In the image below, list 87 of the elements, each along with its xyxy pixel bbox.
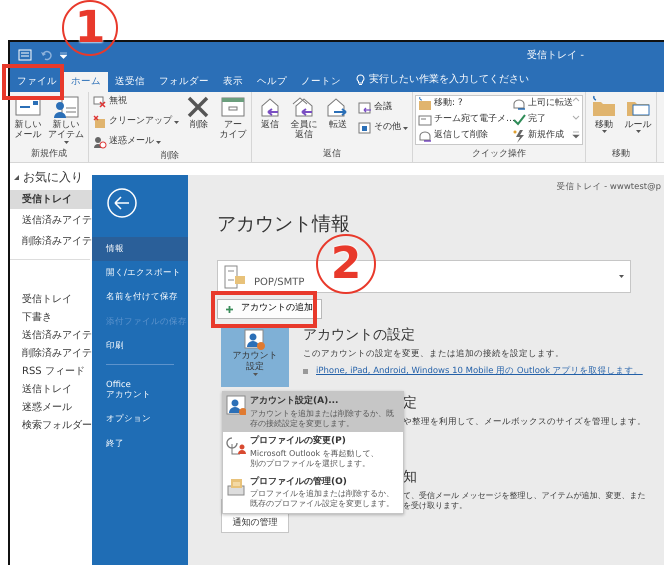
gallery-scroll-icon [572, 96, 580, 140]
plus-icon [226, 306, 233, 312]
ribbon-button[interactable]: 会議 [356, 100, 410, 116]
ribbon-button[interactable]: その他 [356, 120, 410, 136]
back-icon [106, 187, 138, 219]
folder-item[interactable]: 検索フォルダー [10, 416, 92, 434]
ribbon-button[interactable]: クリーンアップ [91, 114, 181, 130]
folder-item[interactable]: 下書き [10, 308, 92, 326]
nav-item[interactable]: 情報 [92, 237, 188, 262]
quick-step[interactable]: 移動: ? [416, 96, 510, 112]
menu-item[interactable]: プロファイルの変更(P) Microsoft Outlook を再起動して、 別のプロファイルを選択します。 [223, 432, 403, 473]
step-number: 2 [316, 234, 376, 294]
folder-icon [418, 97, 432, 111]
nav-item[interactable]: Office アカウント [92, 372, 188, 408]
account-settings-icon [244, 328, 266, 351]
ribbon-tab[interactable]: フォルダー [152, 72, 216, 92]
quick-step[interactable]: 新規作成 [510, 128, 572, 144]
ribbon-button[interactable]: 新しい メール [12, 94, 44, 141]
lightning-icon [512, 129, 526, 143]
page-title: アカウント情報 [217, 212, 351, 237]
folder-item[interactable]: 受信トレイ [10, 190, 92, 209]
favorites-header[interactable]: お気に入り [23, 168, 83, 186]
step-number: 1 [62, 0, 118, 56]
ribbon-button[interactable]: 移動 [588, 94, 620, 134]
junk-icon [93, 135, 107, 149]
ribbon-tab[interactable]: ファイル [10, 72, 64, 92]
ribbon-tab[interactable]: ホーム [64, 72, 108, 92]
account-icon [224, 264, 246, 289]
ribbon-button[interactable]: 迷惑メール [91, 134, 181, 150]
ribbon-tab[interactable]: 表示 [216, 72, 250, 92]
ribbon-button[interactable]: ルール [622, 94, 654, 134]
section-description: このアカウントの設定を変更、または追加の接続を設定します。 [303, 348, 565, 360]
ribbon-button[interactable]: アー カイブ [217, 94, 249, 141]
section-heading: アカウントの設定 [303, 326, 416, 345]
quick-step[interactable]: 返信して削除 [416, 128, 510, 144]
folder-item[interactable]: 送信済みアイテ [10, 326, 92, 344]
check-icon [512, 113, 526, 127]
group-label: 削除 [160, 150, 180, 162]
nav-item[interactable]: 印刷 [92, 334, 188, 358]
lightbulb-icon [356, 74, 365, 86]
account-settings-icon [226, 395, 246, 415]
folder-item[interactable]: 削除済みアイテ [10, 232, 92, 251]
ribbon-button[interactable]: 全員に 返信 [288, 94, 320, 141]
tell-me-field[interactable]: 実行したい作業を入力してください [369, 72, 529, 87]
undo-icon [40, 49, 52, 61]
quick-step[interactable]: 上司に転送 [510, 96, 572, 112]
ribbon-button[interactable]: 無視 [91, 94, 181, 110]
nav-item[interactable]: オプション [92, 407, 188, 432]
ribbon-button[interactable]: 転送 [322, 94, 354, 130]
folder-item[interactable]: 送信トレイ [10, 380, 92, 398]
window-title: 受信トレイ - [527, 48, 584, 62]
group-label: 移動 [611, 148, 631, 160]
menu-item[interactable]: プロファイルの管理(O) プロファイルを追加または削除するか、 既存のプロファイル設定を変更します。 [223, 472, 403, 513]
customize-icon [60, 52, 67, 58]
group-label: 新規作成 [30, 148, 68, 160]
section-description: や整理を利用して、メールボックスのサイズを管理します。 [403, 416, 646, 428]
folder-item[interactable]: 削除済みアイテ [10, 344, 92, 362]
ribbon-tab[interactable]: ノートン [294, 72, 348, 92]
ribbon-button[interactable]: 削除 [183, 94, 215, 130]
bullet-icon [303, 369, 308, 374]
email-icon [418, 113, 432, 127]
ribbon-tab[interactable]: 送受信 [108, 72, 152, 92]
dropdown-icon [619, 275, 624, 278]
folder-item[interactable]: 受信トレイ [10, 290, 92, 308]
group-label: クイック操作 [471, 148, 527, 160]
cleanup-icon [93, 115, 107, 129]
folder-item[interactable]: 迷惑メール [10, 398, 92, 416]
outlook-app-link[interactable]: iPhone, iPad, Android, Windows 10 Mobile 用の Outlook アプリを取得します。 [316, 365, 643, 378]
change-profile-icon [226, 435, 246, 456]
section-heading: 知 [403, 468, 418, 487]
meeting-icon [358, 101, 372, 115]
add-account-button[interactable]: アカウントの追加 [217, 299, 322, 319]
nav-item[interactable]: 開く/エクスポート [92, 261, 188, 286]
nav-item[interactable]: 名前を付けて保存 [92, 285, 188, 310]
nav-item[interactable]: 終了 [92, 432, 188, 456]
folder-item[interactable]: RSS フィード [10, 362, 92, 380]
section-heading: 定 [403, 394, 418, 413]
menu-item[interactable]: アカウント設定(A)... アカウントを追加または削除するか、既 存の接続設定を変更します。 [223, 392, 403, 432]
group-label: 返信 [322, 148, 342, 160]
ribbon-button[interactable]: 返信 [254, 94, 286, 130]
ribbon-button[interactable]: 新しい アイテム [46, 94, 86, 144]
collapse-icon [14, 174, 19, 180]
folder-item[interactable]: 送信済みアイテ [10, 211, 92, 230]
ignore-icon [93, 95, 107, 109]
ribbon-tab[interactable]: ヘルプ [250, 72, 294, 92]
window-title: 受信トレイ - wwwtest@p [555, 181, 661, 194]
highlight-frame [2, 64, 64, 100]
